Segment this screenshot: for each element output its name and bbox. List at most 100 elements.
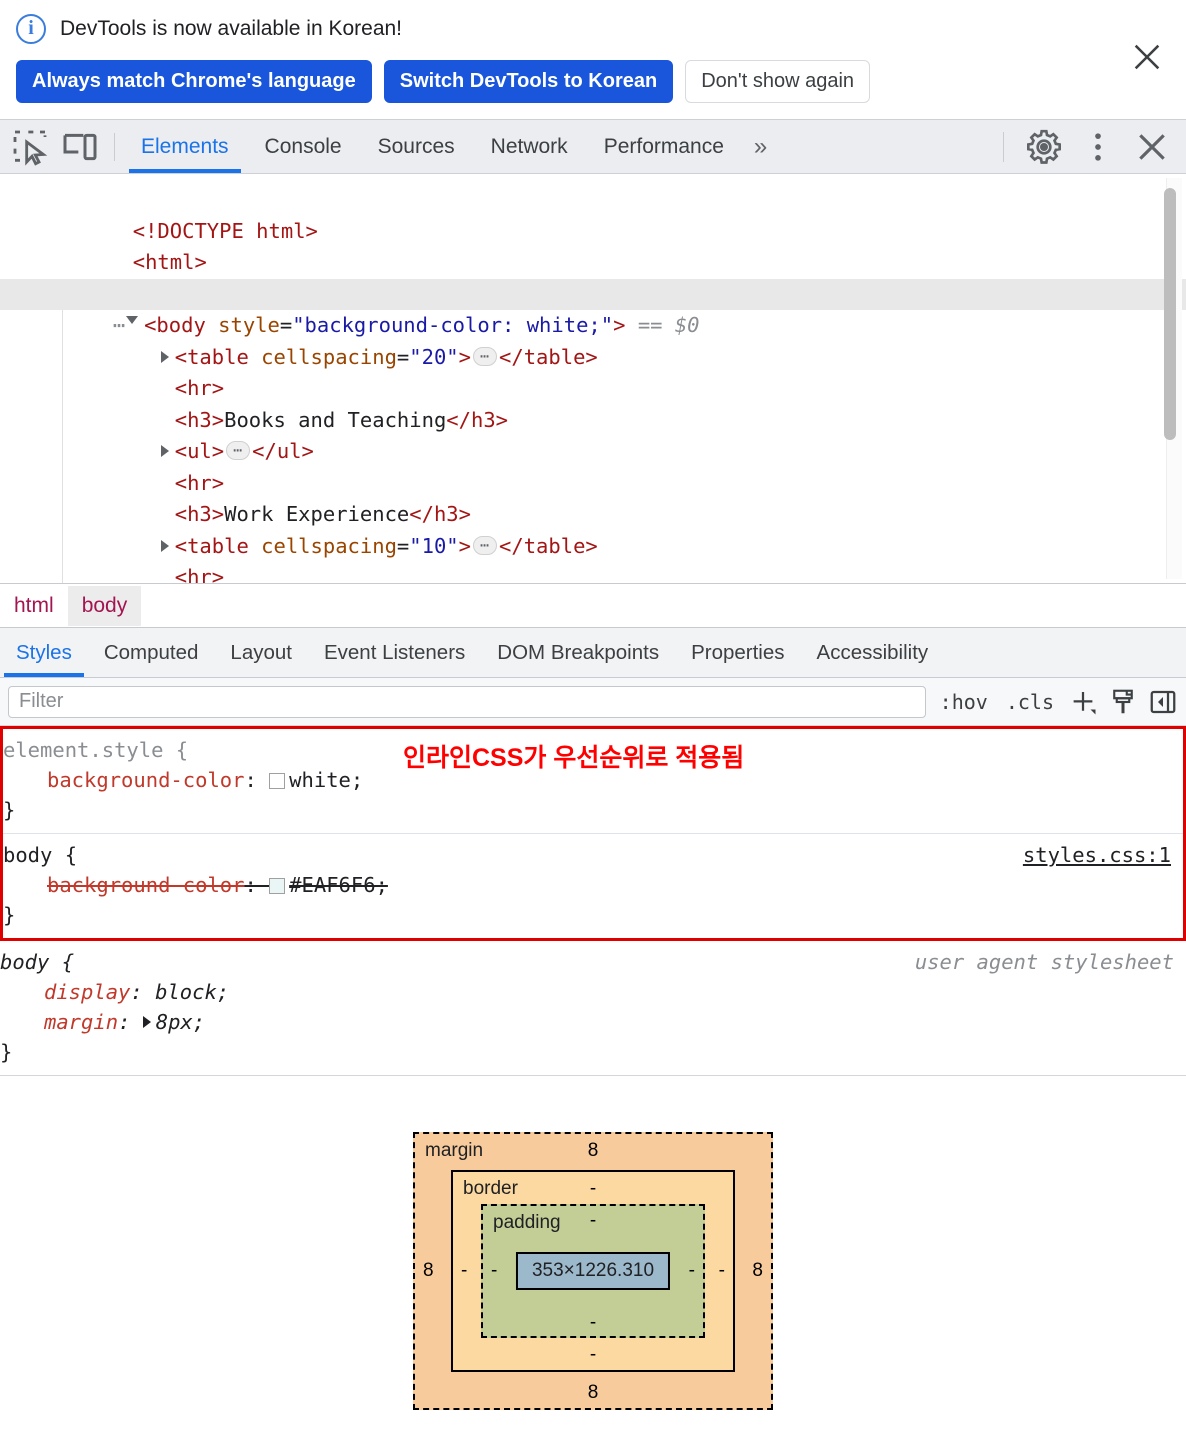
property-name[interactable]: background-color — [47, 873, 244, 897]
rule-element-style: element.style { background-color: white;… — [3, 729, 1183, 833]
dom-row-body[interactable]: ⋯ <body style="background-color: white;">… — [0, 278, 1186, 337]
dom-row-hr-1[interactable]: <hr> — [0, 342, 1186, 400]
toolbar-divider — [114, 132, 115, 161]
margin-left-value[interactable]: 8 — [423, 1260, 434, 1282]
always-match-language-button[interactable]: Always match Chrome's language — [16, 60, 372, 103]
stylesheet-source-link[interactable]: styles.css:1 — [1023, 840, 1171, 870]
border-bottom-value[interactable]: - — [453, 1344, 733, 1366]
breadcrumb-item-body[interactable]: body — [67, 585, 142, 626]
dom-row-table-20[interactable]: <table cellspacing="20"> ⋯ </table> — [0, 310, 1186, 369]
rule-close-brace: } — [3, 798, 16, 822]
paintbrush-icon[interactable] — [1108, 687, 1138, 717]
kebab-menu-icon[interactable] — [1078, 127, 1118, 167]
border-left-value[interactable]: - — [461, 1260, 467, 1282]
dom-row-hr-3[interactable]: <hr> — [0, 531, 1186, 583]
rule-close-brace: } — [0, 1040, 13, 1064]
dom-row-h3-work[interactable]: <h3>Work Experience</h3> — [0, 468, 1186, 526]
dom-row-ul[interactable]: <ul> ⋯ </ul> — [0, 405, 1186, 463]
banner-close-icon[interactable] — [1130, 40, 1164, 74]
tab-dom-breakpoints[interactable]: DOM Breakpoints — [481, 628, 675, 677]
dom-row-head[interactable]: <head>⋯</head> — [0, 247, 1186, 306]
tab-console[interactable]: Console — [247, 120, 360, 173]
dom-tree-scrollbar-thumb[interactable] — [1164, 188, 1176, 440]
property-name[interactable]: margin — [44, 1010, 118, 1034]
padding-bottom-value[interactable]: - — [483, 1312, 703, 1334]
styles-rules-highlighted: element.style { background-color: white;… — [0, 726, 1186, 941]
dom-tree-scrollbar[interactable] — [1164, 178, 1182, 579]
tab-event-listeners[interactable]: Event Listeners — [308, 628, 481, 677]
box-model-pane: margin 8 8 8 8 border - - - - padding - … — [0, 1075, 1186, 1450]
dom-tree: <!DOCTYPE html> <html> <head>⋯</head> ⋯<… — [0, 174, 1186, 583]
toolbar-right-divider — [1003, 131, 1004, 162]
panel-tabs: Elements Console Sources Network Perform… — [123, 120, 779, 173]
switch-to-korean-button[interactable]: Switch DevTools to Korean — [383, 60, 674, 103]
breadcrumb-item-html[interactable]: html — [0, 586, 68, 626]
device-toolbar-icon[interactable] — [60, 127, 100, 167]
toggle-sidebar-icon[interactable] — [1148, 687, 1178, 717]
tab-layout[interactable]: Layout — [214, 628, 308, 677]
tab-accessibility[interactable]: Accessibility — [801, 628, 945, 677]
declaration-margin[interactable]: margin: 8px; — [0, 1007, 1186, 1037]
tab-network[interactable]: Network — [473, 120, 586, 173]
tab-styles[interactable]: Styles — [0, 628, 88, 677]
dom-row-doctype[interactable]: <!DOCTYPE html> — [0, 184, 1186, 243]
user-agent-stylesheet-label: user agent stylesheet — [914, 950, 1174, 974]
declaration-display[interactable]: display: block; — [0, 977, 1186, 1007]
border-right-value[interactable]: - — [719, 1260, 725, 1282]
color-swatch-eaf6f6[interactable] — [269, 878, 286, 894]
padding-right-value[interactable]: - — [689, 1260, 695, 1282]
expand-shorthand-icon[interactable] — [142, 1016, 151, 1028]
property-name[interactable]: display — [44, 980, 130, 1004]
property-value[interactable]: block; — [155, 980, 229, 1004]
tab-computed[interactable]: Computed — [88, 628, 215, 677]
property-value[interactable]: white; — [289, 768, 363, 792]
dont-show-again-button[interactable]: Don't show again — [685, 60, 871, 103]
hov-toggle-button[interactable]: :hov — [936, 690, 992, 714]
language-notification-banner: i DevTools is now available in Korean! A… — [0, 0, 1186, 120]
rule-body-user-agent: user agent stylesheet body { display: bl… — [0, 941, 1186, 1075]
padding-top-value[interactable]: - — [483, 1210, 703, 1232]
rule-body-stylesheet: styles.css:1 body { background-color: #E… — [3, 833, 1183, 938]
box-model-margin[interactable]: margin 8 8 8 8 border - - - - padding - … — [413, 1132, 773, 1410]
styles-rules-ua: user agent stylesheet body { display: bl… — [0, 941, 1186, 1075]
dom-row-h3-books[interactable]: <h3>Books and Teaching</h3> — [0, 373, 1186, 432]
color-swatch-white[interactable] — [269, 773, 286, 789]
rule-close-brace: } — [3, 903, 16, 927]
korean-annotation: 인라인CSS가 우선순위로 적용됨 — [403, 744, 745, 772]
dom-row-html[interactable]: <html> — [0, 216, 1186, 274]
dom-row-table-10[interactable]: <table cellspacing="10"> ⋯ </table> — [0, 499, 1186, 558]
devtools-toolbar: Elements Console Sources Network Perform… — [0, 120, 1186, 174]
styles-sidebar-tabs: Styles Computed Layout Event Listeners D… — [0, 628, 1186, 678]
property-name[interactable]: background-color — [47, 768, 244, 792]
tab-elements[interactable]: Elements — [123, 120, 247, 173]
dom-row-h3-skills[interactable]: <h3>Skills</h3> — [0, 562, 1186, 583]
tab-performance[interactable]: Performance — [586, 120, 742, 173]
close-devtools-icon[interactable] — [1132, 127, 1172, 167]
declaration-background-color-overridden[interactable]: background-color: #EAF6F6; — [3, 870, 1183, 900]
plus-icon[interactable] — [1068, 687, 1098, 717]
inspect-element-icon[interactable] — [10, 127, 50, 167]
tab-sources[interactable]: Sources — [360, 120, 473, 173]
padding-left-value[interactable]: - — [491, 1260, 497, 1282]
filter-input[interactable] — [8, 685, 926, 718]
property-value[interactable]: #EAF6F6; — [289, 873, 388, 897]
margin-bottom-value[interactable]: 8 — [415, 1382, 771, 1404]
rule-selector-body[interactable]: body { — [3, 840, 1183, 870]
box-model-border[interactable]: border - - - - padding - - - - 353×1226.… — [451, 1170, 735, 1372]
info-icon: i — [16, 14, 46, 44]
breadcrumb: html body — [0, 584, 1186, 628]
dom-row-hr-2[interactable]: <hr> — [0, 436, 1186, 495]
dom-tree-panel[interactable]: <!DOCTYPE html> <html> <head>⋯</head> ⋯<… — [0, 174, 1186, 584]
margin-top-value[interactable]: 8 — [415, 1140, 771, 1162]
more-tabs-icon[interactable]: » — [742, 120, 779, 173]
border-top-value[interactable]: - — [453, 1178, 733, 1200]
margin-right-value[interactable]: 8 — [752, 1260, 763, 1282]
gear-icon[interactable] — [1024, 127, 1064, 167]
box-model-content-size[interactable]: 353×1226.310 — [515, 1252, 671, 1290]
devtools-window: i DevTools is now available in Korean! A… — [0, 0, 1186, 1450]
tab-properties[interactable]: Properties — [675, 628, 800, 677]
property-value[interactable]: 8px; — [156, 1010, 205, 1034]
cls-toggle-button[interactable]: .cls — [1002, 690, 1058, 714]
banner-message: DevTools is now available in Korean! — [60, 17, 403, 40]
box-model-padding[interactable]: padding - - - - 353×1226.310 — [481, 1204, 705, 1338]
